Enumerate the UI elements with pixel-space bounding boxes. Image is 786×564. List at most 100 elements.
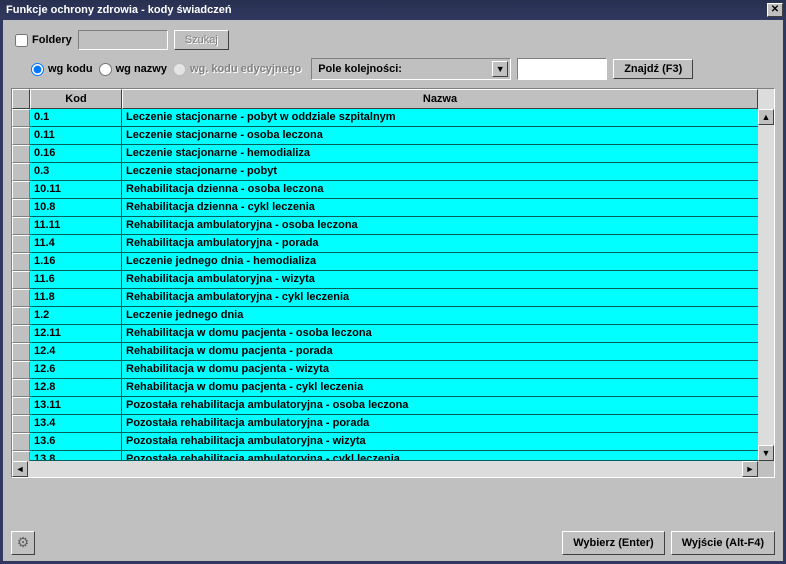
table-row[interactable]: 12.8Rehabilitacja w domu pacjenta - cykl… bbox=[12, 379, 758, 397]
cell-nazwa: Rehabilitacja ambulatoryjna - cykl lecze… bbox=[122, 289, 758, 307]
column-header-selector[interactable] bbox=[12, 89, 30, 109]
table-row[interactable]: 13.6Pozostała rehabilitacja ambulatoryjn… bbox=[12, 433, 758, 451]
cell-kod: 11.6 bbox=[30, 271, 122, 289]
table-row[interactable]: 11.6Rehabilitacja ambulatoryjna - wizyta bbox=[12, 271, 758, 289]
row-selector[interactable] bbox=[12, 451, 30, 461]
table-row[interactable]: 13.11Pozostała rehabilitacja ambulatoryj… bbox=[12, 397, 758, 415]
table-row[interactable]: 10.11Rehabilitacja dzienna - osoba leczo… bbox=[12, 181, 758, 199]
table-row[interactable]: 0.3Leczenie stacjonarne - pobyt bbox=[12, 163, 758, 181]
radio-wg-kodu[interactable]: wg kodu bbox=[31, 63, 93, 76]
column-header-kod[interactable]: Kod bbox=[30, 89, 122, 109]
table-row[interactable]: 12.4Rehabilitacja w domu pacjenta - pora… bbox=[12, 343, 758, 361]
cell-kod: 10.8 bbox=[30, 199, 122, 217]
radio-wg-nazwy[interactable]: wg nazwy bbox=[99, 63, 167, 76]
cell-kod: 12.6 bbox=[30, 361, 122, 379]
row-selector[interactable] bbox=[12, 379, 30, 397]
cell-nazwa: Pozostała rehabilitacja ambulatoryjna - … bbox=[122, 451, 758, 461]
chevron-down-icon[interactable]: ▼ bbox=[492, 61, 508, 77]
cell-kod: 12.8 bbox=[30, 379, 122, 397]
cell-kod: 11.11 bbox=[30, 217, 122, 235]
cell-kod: 11.8 bbox=[30, 289, 122, 307]
row-selector[interactable] bbox=[12, 289, 30, 307]
row-selector[interactable] bbox=[12, 325, 30, 343]
table-row[interactable]: 11.11Rehabilitacja ambulatoryjna - osoba… bbox=[12, 217, 758, 235]
table-row[interactable]: 12.6Rehabilitacja w domu pacjenta - wizy… bbox=[12, 361, 758, 379]
table-row[interactable]: 10.8Rehabilitacja dzienna - cykl leczeni… bbox=[12, 199, 758, 217]
scroll-corner bbox=[758, 461, 774, 477]
settings-button[interactable]: ⚙ bbox=[11, 531, 35, 555]
row-selector[interactable] bbox=[12, 253, 30, 271]
szukaj-button: Szukaj bbox=[174, 30, 229, 50]
cell-nazwa: Rehabilitacja ambulatoryjna - osoba lecz… bbox=[122, 217, 758, 235]
close-button[interactable]: ✕ bbox=[767, 3, 783, 17]
row-selector[interactable] bbox=[12, 235, 30, 253]
vertical-scrollbar[interactable]: ▲ ▼ bbox=[758, 89, 774, 461]
cell-nazwa: Leczenie stacjonarne - pobyt w oddziale … bbox=[122, 109, 758, 127]
dropdown-label: Pole kolejności: bbox=[318, 63, 402, 75]
cell-kod: 0.1 bbox=[30, 109, 122, 127]
cell-nazwa: Rehabilitacja w domu pacjenta - wizyta bbox=[122, 361, 758, 379]
cell-kod: 13.8 bbox=[30, 451, 122, 461]
row-selector[interactable] bbox=[12, 271, 30, 289]
scroll-down-icon[interactable]: ▼ bbox=[758, 445, 774, 461]
row-selector[interactable] bbox=[12, 127, 30, 145]
toolbar-sort: wg kodu wg nazwy wg. kodu edycyjnego Pol… bbox=[11, 58, 775, 88]
cell-nazwa: Pozostała rehabilitacja ambulatoryjna - … bbox=[122, 415, 758, 433]
table-row[interactable]: 0.1Leczenie stacjonarne - pobyt w oddzia… bbox=[12, 109, 758, 127]
row-selector[interactable] bbox=[12, 145, 30, 163]
table-row[interactable]: 1.2Leczenie jednego dnia bbox=[12, 307, 758, 325]
table-row[interactable]: 1.16Leczenie jednego dnia - hemodializa bbox=[12, 253, 758, 271]
foldery-label: Foldery bbox=[32, 34, 72, 46]
horizontal-scrollbar[interactable]: ◄ ► bbox=[12, 461, 758, 477]
cell-kod: 11.4 bbox=[30, 235, 122, 253]
gear-icon: ⚙ bbox=[17, 534, 30, 550]
row-selector[interactable] bbox=[12, 307, 30, 325]
table-row[interactable]: 12.11Rehabilitacja w domu pacjenta - oso… bbox=[12, 325, 758, 343]
cell-nazwa: Pozostała rehabilitacja ambulatoryjna - … bbox=[122, 397, 758, 415]
radio-wg-edycyjnego: wg. kodu edycyjnego bbox=[173, 63, 301, 76]
table-row[interactable]: 11.4Rehabilitacja ambulatoryjna - porada bbox=[12, 235, 758, 253]
cell-kod: 1.2 bbox=[30, 307, 122, 325]
wybierz-button[interactable]: Wybierz (Enter) bbox=[562, 531, 664, 555]
row-selector[interactable] bbox=[12, 163, 30, 181]
row-selector[interactable] bbox=[12, 109, 30, 127]
cell-nazwa: Rehabilitacja ambulatoryjna - wizyta bbox=[122, 271, 758, 289]
cell-kod: 0.16 bbox=[30, 145, 122, 163]
cell-nazwa: Leczenie jednego dnia - hemodializa bbox=[122, 253, 758, 271]
radio-wg-nazwy-label: wg nazwy bbox=[116, 63, 167, 75]
row-selector[interactable] bbox=[12, 217, 30, 235]
table-row[interactable]: 13.4Pozostała rehabilitacja ambulatoryjn… bbox=[12, 415, 758, 433]
grid-header: Kod Nazwa ▲ bbox=[12, 89, 774, 109]
scroll-up-icon[interactable]: ▲ bbox=[758, 109, 774, 125]
row-selector[interactable] bbox=[12, 397, 30, 415]
table-row[interactable]: 11.8Rehabilitacja ambulatoryjna - cykl l… bbox=[12, 289, 758, 307]
radio-wg-kodu-label: wg kodu bbox=[48, 63, 93, 75]
column-header-nazwa[interactable]: Nazwa bbox=[122, 89, 758, 109]
radio-wg-nazwy-input[interactable] bbox=[99, 63, 112, 76]
pole-kolejnosci-dropdown[interactable]: Pole kolejności: ▼ bbox=[311, 58, 511, 80]
table-row[interactable]: 0.16Leczenie stacjonarne - hemodializa bbox=[12, 145, 758, 163]
foldery-checkbox-input[interactable] bbox=[15, 34, 28, 47]
cell-kod: 0.11 bbox=[30, 127, 122, 145]
foldery-checkbox[interactable]: Foldery bbox=[15, 34, 72, 47]
table-row[interactable]: 13.8Pozostała rehabilitacja ambulatoryjn… bbox=[12, 451, 758, 461]
cell-nazwa: Leczenie stacjonarne - pobyt bbox=[122, 163, 758, 181]
znajdz-button[interactable]: Znajdź (F3) bbox=[613, 59, 693, 79]
cell-kod: 12.11 bbox=[30, 325, 122, 343]
table-row[interactable]: 0.11Leczenie stacjonarne - osoba leczona bbox=[12, 127, 758, 145]
row-selector[interactable] bbox=[12, 199, 30, 217]
row-selector[interactable] bbox=[12, 433, 30, 451]
scroll-right-icon[interactable]: ► bbox=[742, 461, 758, 477]
cell-nazwa: Rehabilitacja dzienna - osoba leczona bbox=[122, 181, 758, 199]
search-input[interactable] bbox=[517, 58, 607, 80]
radio-wg-kodu-input[interactable] bbox=[31, 63, 44, 76]
row-selector[interactable] bbox=[12, 361, 30, 379]
wyjscie-button[interactable]: Wyjście (Alt-F4) bbox=[671, 531, 775, 555]
scroll-left-icon[interactable]: ◄ bbox=[12, 461, 28, 477]
row-selector[interactable] bbox=[12, 415, 30, 433]
row-selector[interactable] bbox=[12, 343, 30, 361]
cell-kod: 1.16 bbox=[30, 253, 122, 271]
folder-field bbox=[78, 30, 168, 50]
row-selector[interactable] bbox=[12, 181, 30, 199]
cell-nazwa: Rehabilitacja ambulatoryjna - porada bbox=[122, 235, 758, 253]
